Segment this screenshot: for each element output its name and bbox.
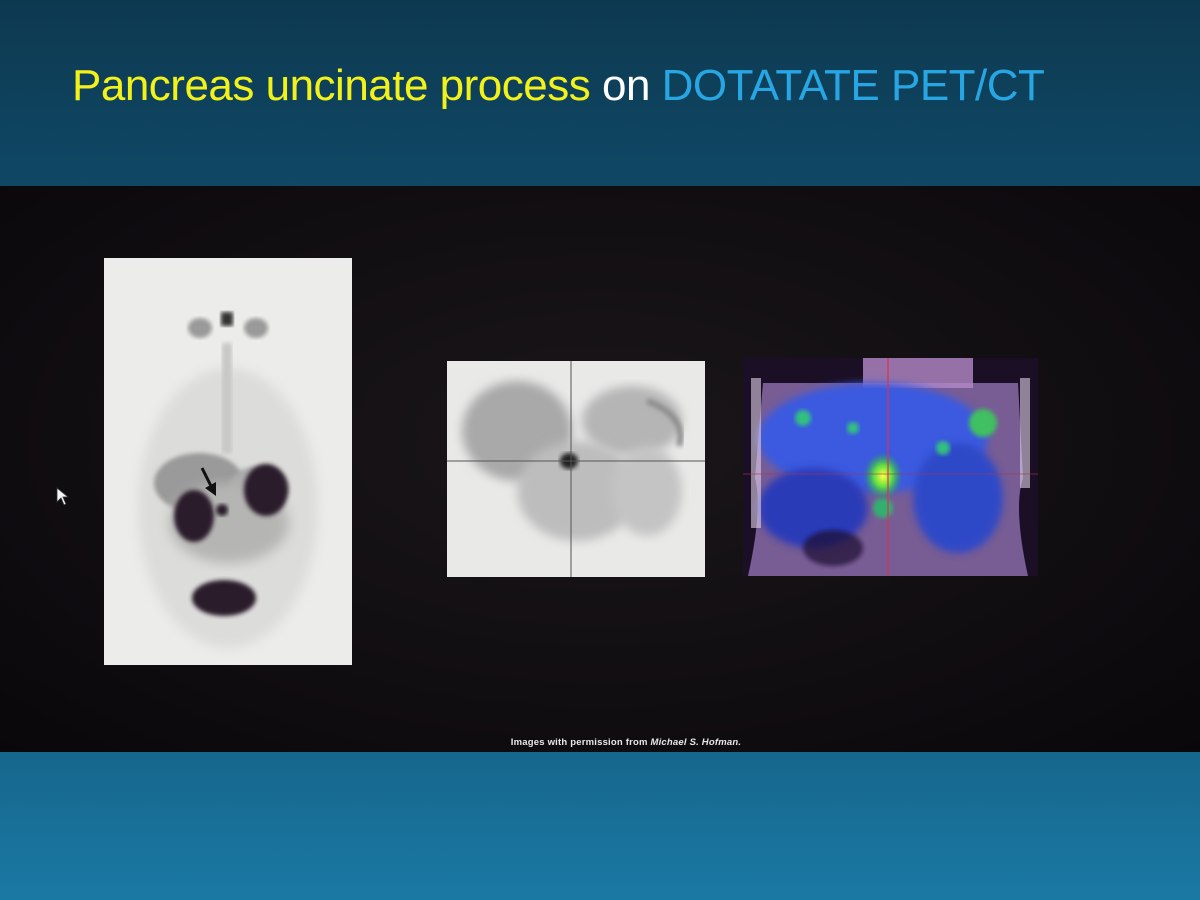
fused-pet-ct-image	[743, 358, 1038, 576]
image-credit: Images with permission from Michael S. H…	[0, 737, 1200, 748]
pet-slice-scan	[447, 361, 705, 577]
whole-body-mip-image	[104, 258, 352, 665]
coronal-pet-image	[447, 361, 705, 577]
mip-body-scan	[138, 312, 318, 648]
caption-author: Michael S. Hofman.	[650, 737, 742, 748]
title-organ: Pancreas uncinate process	[72, 61, 591, 110]
slide-title: Pancreas uncinate process on DOTATATE PE…	[72, 56, 1182, 116]
mouse-pointer-icon	[56, 487, 70, 506]
fused-scan	[743, 358, 1038, 576]
monitor-screen: Images with permission from Michael S. H…	[0, 186, 1200, 752]
title-connector: on	[590, 61, 662, 110]
title-modality: DOTATATE PET/CT	[661, 61, 1045, 110]
caption-prefix: Images with permission from	[510, 737, 651, 748]
